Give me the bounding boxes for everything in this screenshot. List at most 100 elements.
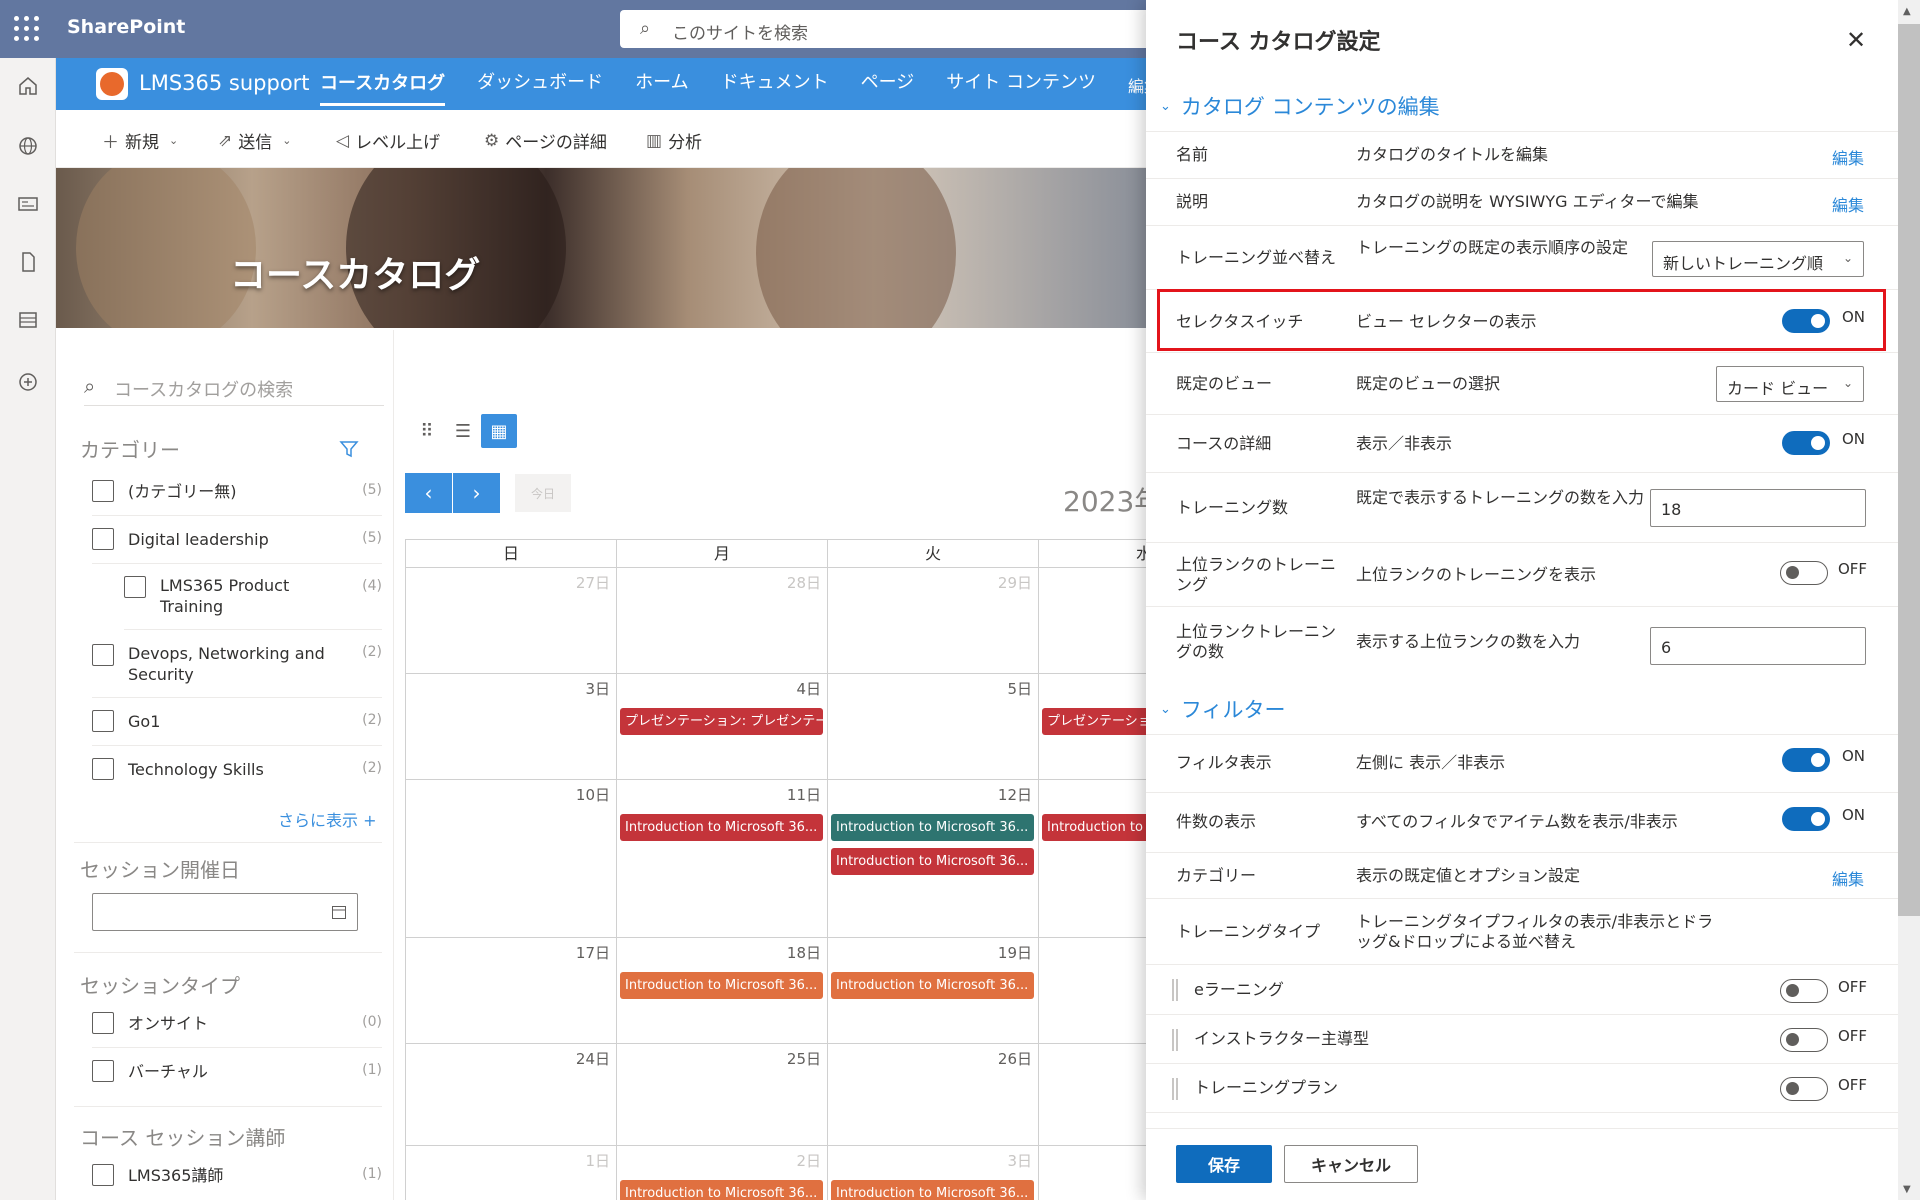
edit-category-link[interactable]: 編集 <box>1832 866 1864 890</box>
checkbox[interactable] <box>92 480 114 502</box>
calendar-event[interactable]: Introduction to Microsoft 36... <box>620 972 823 999</box>
list-icon[interactable] <box>16 308 40 332</box>
category-item[interactable]: Technology Skills (2) <box>92 746 382 794</box>
page-details-button[interactable]: ⚙ ページの詳細 <box>484 128 607 154</box>
category-item[interactable]: Go1 (2) <box>92 698 382 746</box>
calendar-view-icon[interactable]: ▦ <box>481 414 517 448</box>
day-cell[interactable]: 27日 <box>406 568 617 674</box>
day-cell[interactable]: 4日 プレゼンテーション: プレゼンテーショ... <box>617 674 828 780</box>
promote-button[interactable]: ◁ レベル上げ <box>336 128 440 154</box>
nav-home[interactable]: ホーム <box>635 58 688 110</box>
day-cell[interactable]: 28日 <box>617 568 828 674</box>
checkbox[interactable] <box>92 710 114 732</box>
nav-site-contents[interactable]: サイト コンテンツ <box>946 58 1096 110</box>
default-view-dropdown[interactable]: カード ビュー ⌄ <box>1716 366 1864 402</box>
sort-order-dropdown[interactable]: 新しいトレーニング順 ⌄ <box>1652 241 1864 277</box>
category-item[interactable]: Devops, Networking and Security (2) <box>92 630 382 698</box>
save-button[interactable]: 保存 <box>1176 1145 1272 1183</box>
calendar-event[interactable]: Introduction to Microsoft 36... <box>831 848 1034 875</box>
drag-handle-icon[interactable] <box>1172 979 1178 1001</box>
day-cell[interactable]: 18日 Introduction to Microsoft 36... <box>617 938 828 1044</box>
previous-month-button[interactable]: ‹ <box>405 473 452 513</box>
checkbox[interactable] <box>92 644 114 666</box>
next-month-button[interactable]: › <box>453 473 500 513</box>
checkbox[interactable] <box>92 1012 114 1034</box>
count-display-toggle[interactable] <box>1782 807 1830 831</box>
nav-course-catalog[interactable]: コースカタログ <box>320 62 446 106</box>
day-cell[interactable]: 19日 Introduction to Microsoft 36... <box>828 938 1039 1044</box>
drag-handle-icon[interactable] <box>1172 1029 1178 1051</box>
today-button[interactable]: 今日 <box>515 474 571 512</box>
training-type-item[interactable]: インストラクター主導型 OFF <box>1146 1014 1898 1063</box>
calendar-event[interactable]: Introduction to Microsoft 36... <box>831 1180 1034 1200</box>
session-date-picker[interactable] <box>92 893 358 931</box>
drag-handle-icon[interactable] <box>1172 1078 1178 1100</box>
news-icon[interactable] <box>16 192 40 216</box>
nav-dashboard[interactable]: ダッシュボード <box>477 58 603 110</box>
category-item[interactable]: Digital leadership (5) <box>92 516 382 564</box>
show-more-link[interactable]: さらに表示 + <box>278 807 377 831</box>
instructor-item[interactable]: LMS365講師 (1) <box>92 1152 382 1200</box>
day-cell[interactable]: 3日 Introduction to Microsoft 36... <box>828 1146 1039 1200</box>
day-cell[interactable]: 5日 <box>828 674 1039 780</box>
globe-icon[interactable] <box>16 134 40 158</box>
category-item[interactable]: LMS365 Product Training (4) <box>124 564 382 630</box>
checkbox[interactable] <box>92 1060 114 1082</box>
edit-description-link[interactable]: 編集 <box>1832 192 1864 216</box>
day-cell[interactable]: 29日 <box>828 568 1039 674</box>
section-filter-header[interactable]: ⌄ フィルター <box>1160 694 1286 724</box>
day-cell[interactable]: 17日 <box>406 938 617 1044</box>
document-icon[interactable] <box>16 250 40 274</box>
app-launcher-icon[interactable] <box>14 16 40 42</box>
send-button[interactable]: ⇗ 送信 ⌄ <box>218 128 291 154</box>
analytics-button[interactable]: ▥ 分析 <box>646 128 702 154</box>
catalog-search-input[interactable]: ⌕ コースカタログの検索 <box>84 370 384 406</box>
grid-view-icon[interactable]: ⠿ <box>409 414 445 448</box>
top-ranked-count-input[interactable]: 6 <box>1650 627 1866 665</box>
course-details-toggle[interactable] <box>1782 431 1830 455</box>
calendar-event[interactable]: プレゼンテーション: プレゼンテーショ... <box>620 708 823 735</box>
session-type-item[interactable]: バーチャル (1) <box>92 1048 382 1096</box>
filter-icon[interactable] <box>338 438 360 460</box>
day-cell[interactable]: 25日 <box>617 1044 828 1146</box>
checkbox[interactable] <box>92 758 114 780</box>
new-button[interactable]: ＋ 新規 ⌄ <box>102 128 178 153</box>
day-cell[interactable]: 10日 <box>406 780 617 938</box>
scrollbar-thumb[interactable] <box>1898 24 1920 916</box>
edit-name-link[interactable]: 編集 <box>1832 145 1864 169</box>
training-type-toggle[interactable] <box>1780 1028 1828 1052</box>
checkbox[interactable] <box>124 576 146 598</box>
training-type-toggle[interactable] <box>1780 1077 1828 1101</box>
training-count-input[interactable]: 18 <box>1650 489 1866 527</box>
section-content-header[interactable]: ⌄ カタログ コンテンツの編集 <box>1160 91 1440 121</box>
session-type-item[interactable]: オンサイト (0) <box>92 1000 382 1048</box>
site-logo[interactable] <box>96 68 128 100</box>
cancel-button[interactable]: キャンセル <box>1284 1145 1418 1183</box>
calendar-event[interactable]: Introduction to Microsoft 36... <box>831 972 1034 999</box>
training-type-item[interactable]: トレーニングプラン OFF <box>1146 1063 1898 1112</box>
checkbox[interactable] <box>92 1164 114 1186</box>
scroll-up-icon[interactable]: ▲ <box>1903 6 1911 17</box>
panel-scrollbar[interactable]: ▲ ▼ <box>1898 0 1920 1200</box>
day-cell[interactable]: 2日 Introduction to Microsoft 36... <box>617 1146 828 1200</box>
day-cell[interactable]: 1日 <box>406 1146 617 1200</box>
day-cell[interactable]: 3日 <box>406 674 617 780</box>
day-cell[interactable]: 26日 <box>828 1044 1039 1146</box>
calendar-icon[interactable] <box>331 904 347 920</box>
home-icon[interactable] <box>16 74 40 98</box>
training-type-toggle[interactable] <box>1780 979 1828 1003</box>
filter-display-toggle[interactable] <box>1782 748 1830 772</box>
calendar-event[interactable]: Introduction to Microsoft 36... <box>831 814 1034 841</box>
checkbox[interactable] <box>92 528 114 550</box>
scroll-down-icon[interactable]: ▼ <box>1903 1184 1911 1195</box>
day-cell[interactable]: 12日 Introduction to Microsoft 36... Intr… <box>828 780 1039 938</box>
list-view-icon[interactable]: ☰ <box>445 414 481 448</box>
create-icon[interactable] <box>16 370 40 394</box>
day-cell[interactable]: 11日 Introduction to Microsoft 36... <box>617 780 828 938</box>
site-name[interactable]: LMS365 support <box>139 71 310 95</box>
site-search-input[interactable]: ⌕ このサイトを検索 <box>620 10 1160 48</box>
category-item[interactable]: (カテゴリー無) (5) <box>92 468 382 516</box>
day-cell[interactable]: 24日 <box>406 1044 617 1146</box>
nav-documents[interactable]: ドキュメント <box>721 58 829 110</box>
training-type-item[interactable]: eラーニング OFF <box>1146 964 1898 1014</box>
